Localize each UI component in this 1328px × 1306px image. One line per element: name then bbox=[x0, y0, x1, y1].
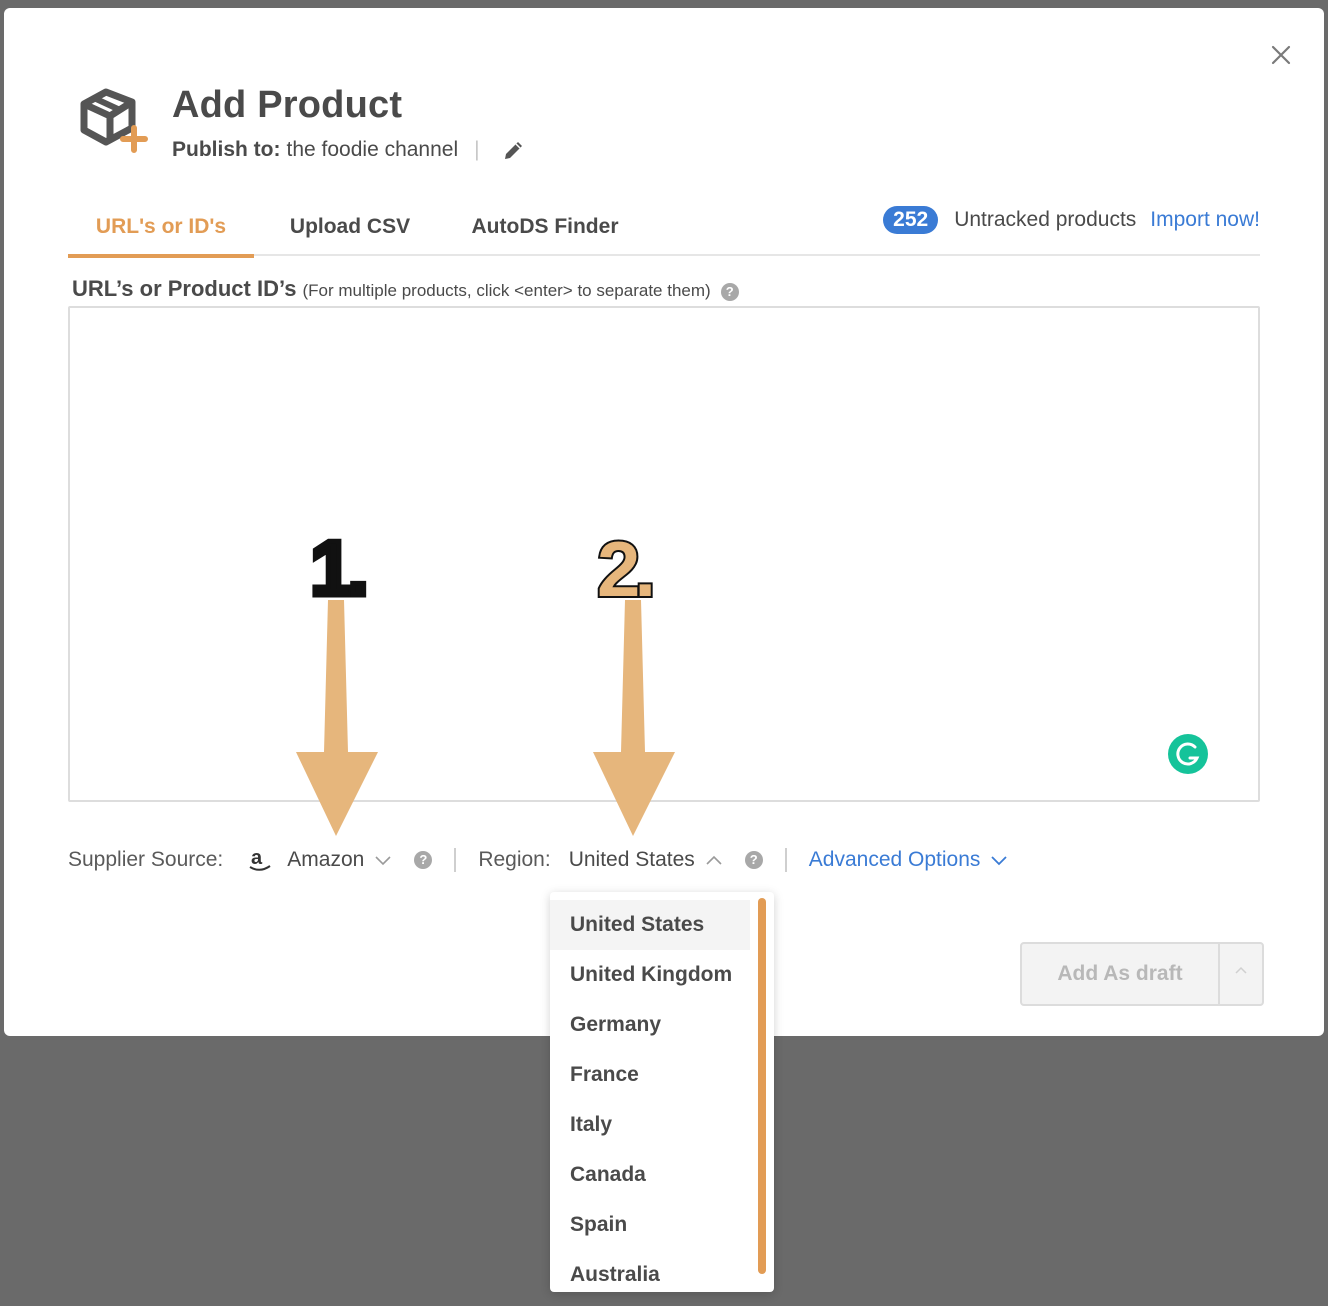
tab-urls-or-ids[interactable]: URL's or ID's bbox=[68, 198, 254, 258]
advanced-options-toggle[interactable]: Advanced Options bbox=[809, 848, 1009, 872]
divider bbox=[454, 848, 457, 872]
chevron-down-icon bbox=[375, 856, 391, 866]
region-option-united-states[interactable]: United States bbox=[550, 900, 750, 950]
urls-field-label: URL’s or Product ID’s (For multiple prod… bbox=[72, 276, 739, 302]
region-value: United States bbox=[568, 848, 695, 871]
box-plus-icon bbox=[76, 88, 152, 158]
urls-field-hint: (For multiple products, click <enter> to… bbox=[302, 281, 711, 300]
add-as-draft-button[interactable]: Add As draft bbox=[1022, 944, 1220, 1004]
region-help-icon[interactable]: ? bbox=[744, 851, 763, 869]
step-1-arrow-annotation: 1. bbox=[296, 522, 378, 836]
region-label: Region: bbox=[478, 848, 551, 871]
tab-autods-finder[interactable]: AutoDS Finder bbox=[468, 198, 622, 256]
urls-field-title: URL’s or Product ID’s bbox=[72, 276, 297, 301]
region-option-italy[interactable]: Italy bbox=[550, 1100, 750, 1150]
tab-bar: URL's or ID's Upload CSV AutoDS Finder 2… bbox=[68, 198, 1260, 258]
region-option-canada[interactable]: Canada bbox=[550, 1150, 750, 1200]
amazon-icon: a bbox=[249, 847, 271, 871]
untracked-products: 252 Untracked products Import now! bbox=[883, 198, 1260, 242]
region-select[interactable]: United States bbox=[569, 848, 723, 872]
supplier-help-icon[interactable]: ? bbox=[414, 851, 433, 869]
step-2-arrow-annotation: 2. bbox=[593, 523, 675, 836]
untracked-label: Untracked products bbox=[954, 208, 1137, 231]
region-option-france[interactable]: France bbox=[550, 1050, 750, 1100]
supplier-source-select[interactable]: Amazon bbox=[287, 848, 392, 872]
step-2-label: 2. bbox=[597, 525, 651, 613]
import-now-link[interactable]: Import now! bbox=[1150, 208, 1260, 232]
chevron-up-icon bbox=[1235, 966, 1247, 974]
publish-to: Publish to: the foodie channel | bbox=[172, 138, 526, 162]
grammarly-icon[interactable] bbox=[1168, 734, 1208, 774]
untracked-count-badge: 252 bbox=[883, 206, 939, 234]
region-option-united-kingdom[interactable]: United Kingdom bbox=[550, 950, 750, 1000]
region-dropdown: United States United Kingdom Germany Fra… bbox=[550, 892, 774, 1292]
tab-upload-csv[interactable]: Upload CSV bbox=[278, 198, 422, 256]
publish-channel: the foodie channel bbox=[286, 138, 459, 161]
publish-separator: | bbox=[474, 138, 480, 161]
chevron-up-icon bbox=[706, 855, 722, 865]
chevron-down-icon bbox=[991, 856, 1008, 866]
add-as-draft-split-button: Add As draft bbox=[1020, 942, 1264, 1006]
help-icon[interactable]: ? bbox=[720, 283, 739, 301]
divider bbox=[784, 848, 787, 872]
pencil-icon[interactable] bbox=[502, 138, 526, 162]
options-row: Supplier Source: a Amazon ? Region: Unit… bbox=[68, 844, 1068, 876]
supplier-source-value: Amazon bbox=[287, 848, 365, 871]
region-option-spain[interactable]: Spain bbox=[550, 1200, 750, 1250]
dropdown-scrollbar[interactable] bbox=[758, 898, 766, 1274]
close-button[interactable] bbox=[1266, 40, 1296, 70]
supplier-source-label: Supplier Source: bbox=[68, 848, 224, 871]
region-option-germany[interactable]: Germany bbox=[550, 1000, 750, 1050]
region-option-australia[interactable]: Australia bbox=[550, 1250, 750, 1292]
publish-prefix: Publish to: bbox=[172, 138, 281, 161]
advanced-options-label: Advanced Options bbox=[808, 848, 981, 871]
step-1-label: 1. bbox=[310, 524, 364, 612]
page-title: Add Product bbox=[172, 84, 403, 126]
svg-text:a: a bbox=[251, 847, 263, 869]
draft-options-toggle[interactable] bbox=[1220, 944, 1262, 1004]
close-icon bbox=[1271, 45, 1291, 65]
